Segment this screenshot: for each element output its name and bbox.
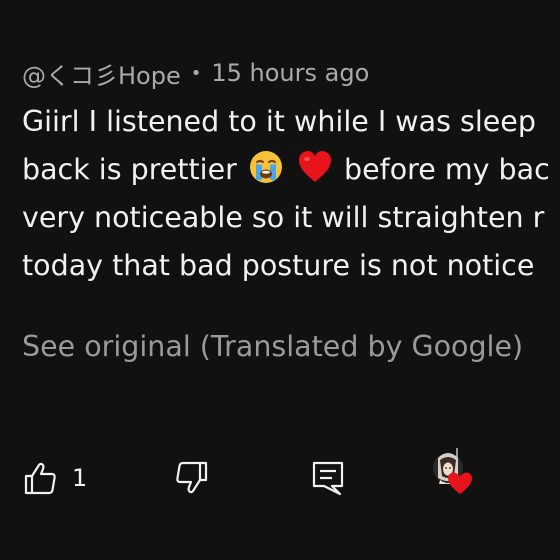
comment-line: back is prettier before my bac bbox=[22, 146, 560, 194]
comment-line: Giirl I listened to it while I was sleep bbox=[22, 98, 560, 146]
comment-card: @くコ彡Hope • 15 hours ago Giirl I listened… bbox=[22, 0, 560, 560]
comment-line-text: Giirl I listened to it while I was sleep bbox=[22, 105, 536, 138]
separator-dot: • bbox=[190, 62, 202, 84]
author-handle[interactable]: @くコ彡Hope bbox=[22, 56, 181, 91]
comment-line-text: very noticeable so it will straighten r bbox=[22, 201, 545, 234]
red-heart-emoji-icon bbox=[297, 149, 333, 185]
see-original-link[interactable]: See original (Translated by Google) bbox=[22, 327, 523, 367]
comment-actions: 1 bbox=[22, 448, 560, 500]
crying-face-emoji-icon bbox=[248, 149, 284, 185]
thumbs-up-icon bbox=[22, 460, 58, 496]
like-count: 1 bbox=[72, 464, 88, 492]
comment-header: @くコ彡Hope • 15 hours ago bbox=[22, 56, 369, 90]
reply-icon bbox=[310, 460, 346, 496]
comment-line: today that bad posture is not notice bbox=[22, 242, 560, 290]
reply-button[interactable] bbox=[310, 456, 346, 500]
creator-heart-icon bbox=[430, 446, 490, 498]
thumbs-down-icon bbox=[174, 460, 210, 496]
comment-line-text: today that bad posture is not notice bbox=[22, 249, 535, 282]
comment-line-text: back is prettier bbox=[22, 153, 246, 186]
comment-text: Giirl I listened to it while I was sleep… bbox=[22, 98, 560, 290]
comment-timestamp[interactable]: 15 hours ago bbox=[211, 59, 369, 87]
like-button[interactable]: 1 bbox=[22, 456, 87, 500]
comment-line: very noticeable so it will straighten r bbox=[22, 194, 560, 242]
dislike-button[interactable] bbox=[174, 456, 210, 500]
creator-heart-badge bbox=[430, 448, 490, 494]
comment-line-text: before my bac bbox=[344, 153, 550, 186]
